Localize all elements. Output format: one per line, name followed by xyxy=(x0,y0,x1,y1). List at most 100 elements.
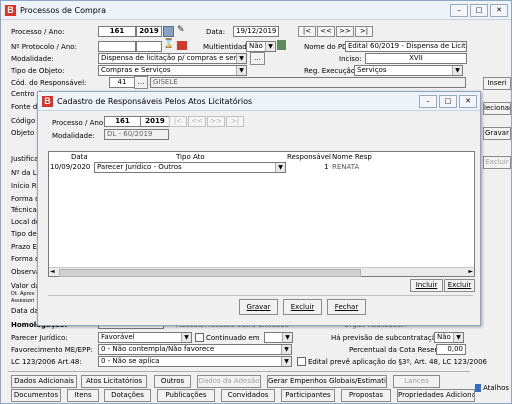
dialog-close-button[interactable]: ✕ xyxy=(459,95,477,108)
scrollbar-thumb[interactable] xyxy=(59,269,361,277)
dialog-excluir-row-button[interactable]: Excluir xyxy=(444,279,475,292)
multientidade-select[interactable]: Não ▼ xyxy=(246,41,276,52)
reg-execucao-label: Reg. Execução: xyxy=(304,67,358,75)
documentos-button[interactable]: Documentos xyxy=(11,389,61,402)
building-icon[interactable] xyxy=(277,40,286,50)
edital-checkbox[interactable] xyxy=(297,357,306,366)
row-tipo-ato-select[interactable]: Parecer Jurídico - Outros ▼ xyxy=(94,162,286,173)
dialog-title: Cadastro de Responsáveis Pelos Atos Lici… xyxy=(57,96,253,106)
atalhos-button[interactable]: Atalhos xyxy=(475,382,509,394)
processo-number-field[interactable]: 161 xyxy=(98,26,136,37)
column-header-nome-resp[interactable]: Nome Resp xyxy=(332,153,372,161)
atos-grid[interactable]: Data Tipo Ato Responsável Nome Resp 10/0… xyxy=(48,151,475,277)
table-row[interactable]: 10/09/2020 Parecer Jurídico - Outros ▼ 1 … xyxy=(49,162,474,173)
propriedades-adicionais-button[interactable]: Propriedades Adicionais xyxy=(397,389,475,402)
lc-select[interactable]: 0 - Não se aplica ▼ xyxy=(98,356,292,367)
favorecimento-label: Favorecimento ME/EPP: xyxy=(11,346,93,354)
dados-adicionais-button[interactable]: Dados Adicionais xyxy=(11,375,77,388)
dialog-nav-next-button[interactable]: >> xyxy=(207,116,225,127)
main-gravar-button[interactable]: Gravar xyxy=(483,127,511,140)
responsavel-lookup-button[interactable]: … xyxy=(134,76,148,89)
column-header-tipo-ato[interactable]: Tipo Ato xyxy=(176,153,205,161)
data-field[interactable]: 19/12/2019 xyxy=(233,26,279,37)
edital-label: Edital prevê aplicação do §3º, Art. 48, … xyxy=(308,358,487,366)
chevron-down-icon: ▼ xyxy=(265,42,275,51)
column-header-data[interactable]: Data xyxy=(71,153,88,161)
dialog-minimize-button[interactable]: – xyxy=(419,95,437,108)
favorecimento-select[interactable]: 0 - Não contempla/Não favorece ▼ xyxy=(98,344,292,355)
subcontratacao-select[interactable]: Não ▼ xyxy=(434,332,464,343)
reg-execucao-select[interactable]: Serviços ▼ xyxy=(354,65,463,76)
tipo-objeto-label: Tipo de Objeto: xyxy=(11,67,65,75)
left-label: Forma d xyxy=(11,255,40,263)
responsavel-label: Cód. do Responsável: xyxy=(11,79,87,87)
dialog-fechar-button[interactable]: Fechar xyxy=(327,299,366,315)
dialog-modalidade-field: DL - 60/2019 xyxy=(104,129,169,140)
minimize-button[interactable]: – xyxy=(450,4,468,17)
maximize-button[interactable]: □ xyxy=(470,4,488,17)
protocolo-number-field[interactable] xyxy=(98,41,136,52)
responsavel-name-field: GISELE xyxy=(150,77,466,88)
dialog-nav-last-button[interactable]: >| xyxy=(226,116,244,127)
dialog-processo-year-field[interactable]: 2019 xyxy=(140,116,170,127)
dialog-nav-first-button[interactable]: |< xyxy=(169,116,187,127)
column-header-responsavel[interactable]: Responsável xyxy=(287,153,331,161)
dialog-maximize-button[interactable]: □ xyxy=(439,95,457,108)
lc-label: LC 123/2006 Art.48: xyxy=(11,358,82,366)
modalidade-lookup-button[interactable]: … xyxy=(250,52,265,65)
incluir-button[interactable]: Incluir xyxy=(410,279,443,292)
horizontal-scrollbar[interactable]: ◄ ► xyxy=(49,267,474,277)
close-button[interactable]: ✕ xyxy=(490,4,508,17)
atos-licitatorios-button[interactable]: Atos Licitatórios xyxy=(81,375,147,388)
shortcut-icon xyxy=(475,384,481,392)
nav-next-button[interactable]: >> xyxy=(336,26,354,37)
nav-last-button[interactable]: >| xyxy=(355,26,373,37)
hourglass-icon[interactable]: ⌛ xyxy=(163,39,174,50)
chevron-down-icon: ▼ xyxy=(236,66,246,75)
atalhos-label: Atalhos xyxy=(482,384,509,392)
selecionar-button[interactable]: lecionar xyxy=(483,102,511,115)
nav-first-button[interactable]: |< xyxy=(298,26,316,37)
app-logo-icon: B xyxy=(5,4,16,16)
processo-year-field[interactable]: 2019 xyxy=(136,26,162,37)
scroll-right-icon[interactable]: ► xyxy=(468,268,473,276)
lances-button[interactable]: Lances xyxy=(393,375,440,388)
row-data: 10/09/2020 xyxy=(50,163,91,171)
gerar-empenhos-button[interactable]: Gerar Empenhos Globais/Estimativos xyxy=(267,375,387,388)
itens-button[interactable]: Itens xyxy=(67,389,99,402)
convidados-button[interactable]: Convidados xyxy=(221,389,275,402)
edit-gear-icon[interactable]: ✎ xyxy=(177,25,187,36)
stamp-icon[interactable] xyxy=(177,41,187,50)
publicacoes-button[interactable]: Publicações xyxy=(157,389,215,402)
main-titlebar: B Processos de Compra – □ ✕ xyxy=(1,1,511,20)
nome-pdf-field[interactable]: Edital 60/2019 - Dispensa de Licitaçã xyxy=(345,41,467,52)
dialog-titlebar: B Cadastro de Responsáveis Pelos Atos Li… xyxy=(38,92,480,111)
dialog-processo-number-field[interactable]: 161 xyxy=(104,116,141,127)
main-excluir-button[interactable]: Excluir xyxy=(483,156,511,169)
dialog-gravar-button[interactable]: Gravar xyxy=(239,299,278,315)
dialog-nav-prev-button[interactable]: << xyxy=(188,116,206,127)
percentual-field[interactable]: 0,00 xyxy=(436,344,466,355)
dados-adesao-button[interactable]: Dados da Adesão xyxy=(197,375,261,388)
responsavel-code-field[interactable]: 41 xyxy=(109,77,135,88)
left-label: Observa xyxy=(11,268,41,276)
calculator-icon[interactable] xyxy=(163,26,174,37)
dialog-modalidade-label: Modalidade: xyxy=(52,132,95,140)
row-nome-resp: RENATA xyxy=(332,163,360,171)
parecer-select[interactable]: Favorável ▼ xyxy=(98,332,192,343)
scroll-left-icon[interactable]: ◄ xyxy=(50,268,55,276)
participantes-button[interactable]: Participantes xyxy=(281,389,335,402)
nav-prev-button[interactable]: << xyxy=(317,26,335,37)
continuado-checkbox[interactable] xyxy=(195,333,204,342)
propostas-button[interactable]: Propostas xyxy=(341,389,391,402)
continuado-select[interactable]: ▼ xyxy=(264,332,293,343)
tipo-objeto-select[interactable]: Compras e Serviços ▼ xyxy=(98,65,247,76)
inciso-field[interactable]: XVII xyxy=(365,53,467,64)
inserir-button[interactable]: Inseri xyxy=(483,77,511,90)
dialog-excluir-button[interactable]: Excluir xyxy=(283,299,322,315)
protocolo-label: Nº Protocolo / Ano: xyxy=(11,43,77,51)
outros-button[interactable]: Outros xyxy=(154,375,191,388)
modalidade-select[interactable]: Dispensa de licitação p/ compras e servi… xyxy=(98,53,247,64)
dotacoes-button[interactable]: Dotações xyxy=(104,389,151,402)
protocolo-year-field[interactable] xyxy=(136,41,162,52)
